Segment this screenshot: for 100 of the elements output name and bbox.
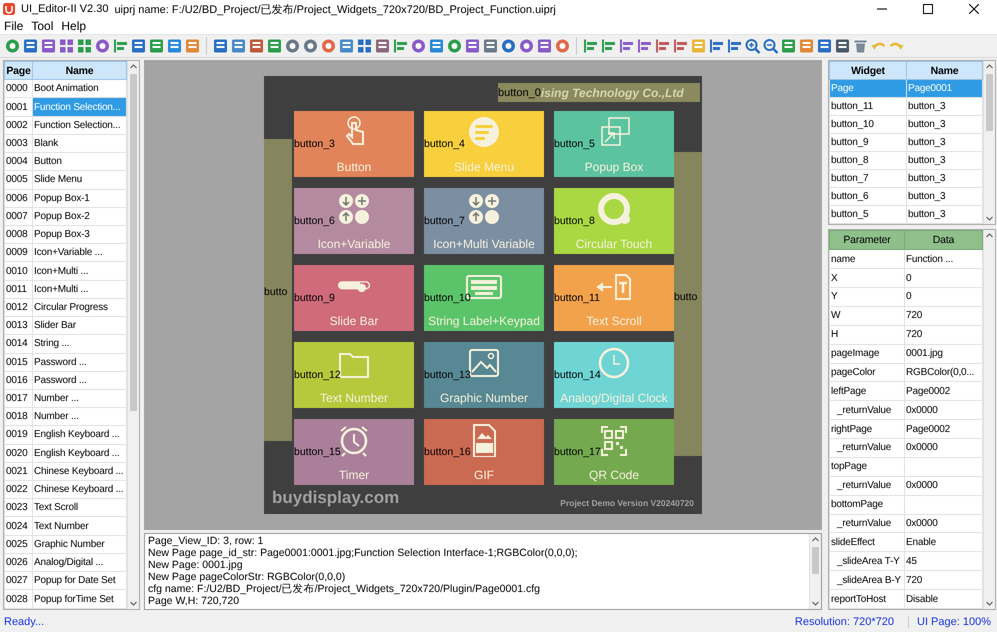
- panel-tool-icon[interactable]: [230, 38, 247, 54]
- align-tool-icon[interactable]: [708, 38, 725, 54]
- page-number[interactable]: 0015: [4, 353, 32, 372]
- page-number[interactable]: 0006: [4, 189, 32, 208]
- page-name[interactable]: String ...: [32, 334, 126, 353]
- page-name[interactable]: English Keyboard ...: [32, 444, 126, 462]
- page-name[interactable]: Circular Progress: [32, 298, 126, 317]
- align-tool-icon[interactable]: [726, 38, 743, 54]
- page-number[interactable]: 0027: [4, 572, 32, 590]
- column-header[interactable]: Data: [904, 230, 982, 250]
- page-number[interactable]: 0004: [4, 152, 32, 171]
- page-number[interactable]: 0010: [4, 262, 32, 280]
- page-name[interactable]: Analog/Digital ...: [32, 553, 126, 572]
- circle-tool-icon[interactable]: [94, 38, 111, 54]
- page-number[interactable]: 0028: [4, 590, 32, 608]
- function-tile[interactable]: button_4 Slide Menu: [424, 111, 544, 177]
- align-tool-icon[interactable]: [636, 38, 653, 54]
- parameter-value[interactable]: 0x0000: [904, 438, 982, 458]
- parameter-value[interactable]: 0001.jpg: [904, 344, 982, 364]
- widget-row[interactable]: button_8 button_3: [830, 152, 982, 170]
- widget-row[interactable]: button_10 button_3: [830, 116, 982, 134]
- align-tool-icon[interactable]: [618, 38, 635, 54]
- page-name[interactable]: Number ...: [32, 408, 126, 426]
- panel-tool-icon[interactable]: [22, 38, 39, 54]
- column-header[interactable]: Parameter: [830, 230, 904, 250]
- page-name[interactable]: Function Selection...: [32, 116, 126, 134]
- panel-tool-icon[interactable]: [482, 38, 499, 54]
- align-tool-icon[interactable]: [600, 38, 617, 54]
- function-tile[interactable]: button_5 Popup Box: [554, 111, 674, 177]
- menu-item[interactable]: Help: [57, 19, 90, 33]
- circle-tool-icon[interactable]: [554, 38, 571, 54]
- widget-row[interactable]: button_5 button_3: [830, 206, 982, 224]
- scroll-thumb[interactable]: [130, 74, 137, 411]
- page-number[interactable]: 0016: [4, 371, 32, 390]
- circle-tool-icon[interactable]: [284, 38, 301, 54]
- panel-tool-icon[interactable]: [148, 38, 165, 54]
- page-number[interactable]: 0009: [4, 244, 32, 262]
- parameter-value[interactable]: 45: [904, 552, 982, 571]
- function-tile[interactable]: button_14 Analog/Digital Clock: [554, 342, 674, 408]
- page-number[interactable]: 0024: [4, 516, 32, 536]
- page-number[interactable]: 0026: [4, 553, 32, 572]
- page-number[interactable]: 0020: [4, 444, 32, 462]
- page-name[interactable]: Text Scroll: [32, 498, 126, 517]
- page-name[interactable]: Chinese Keyboard ...: [32, 462, 126, 481]
- page-number[interactable]: 0012: [4, 298, 32, 317]
- align-tool-icon[interactable]: [112, 38, 129, 54]
- page-name[interactable]: Password ...: [32, 371, 126, 390]
- page-name[interactable]: Chinese Keyboard ...: [32, 480, 126, 499]
- circle-tool-icon[interactable]: [410, 38, 427, 54]
- page-name[interactable]: Number ...: [32, 389, 126, 408]
- page-number[interactable]: 0023: [4, 498, 32, 517]
- close-icon[interactable]: [969, 4, 979, 14]
- page-number[interactable]: 0002: [4, 116, 32, 134]
- page-name[interactable]: Popup for Date Set: [32, 572, 126, 590]
- page-name[interactable]: Graphic Number: [32, 535, 126, 554]
- parameter-value[interactable]: 720: [904, 570, 982, 590]
- function-tile[interactable]: button_6 Icon+Variable: [294, 188, 414, 254]
- panel-tool-icon[interactable]: [40, 38, 57, 54]
- function-tile[interactable]: button_9 Slide Bar: [294, 265, 414, 331]
- panel-tool-icon[interactable]: [816, 38, 833, 54]
- circle-tool-icon[interactable]: [500, 38, 517, 54]
- page-number[interactable]: 0003: [4, 134, 32, 153]
- parameter-value[interactable]: 0: [904, 288, 982, 306]
- page-number[interactable]: 0000: [4, 80, 32, 98]
- page-number[interactable]: 0005: [4, 170, 32, 190]
- panel-tool-icon[interactable]: [536, 38, 553, 54]
- grid-tool-icon[interactable]: [76, 38, 93, 54]
- function-tile[interactable]: button_3 Button: [294, 111, 414, 177]
- panel-tool-icon[interactable]: [780, 38, 797, 54]
- page-number[interactable]: 0017: [4, 389, 32, 408]
- panel-tool-icon[interactable]: [428, 38, 445, 54]
- column-header[interactable]: Widget: [830, 62, 906, 80]
- widget-box[interactable]: button_0ising Technology Co.,Ltd: [498, 83, 700, 102]
- panel-tool-icon[interactable]: [374, 38, 391, 54]
- function-tile[interactable]: button_11 Text Scroll: [554, 265, 674, 331]
- parameter-value[interactable]: Page0002: [904, 382, 982, 401]
- grid-tool-icon[interactable]: [356, 38, 373, 54]
- align-tool-icon[interactable]: [392, 38, 409, 54]
- parameter-value[interactable]: 0x0000: [904, 400, 982, 420]
- function-tile[interactable]: button_15 Timer: [294, 419, 414, 485]
- parameter-value[interactable]: Disable: [904, 590, 982, 608]
- page-number[interactable]: 0022: [4, 480, 32, 499]
- page-number[interactable]: 0019: [4, 426, 32, 444]
- panel-tool-icon[interactable]: [212, 38, 229, 54]
- maximize-icon[interactable]: [923, 4, 933, 14]
- page-number[interactable]: 0018: [4, 408, 32, 426]
- panel-tool-icon[interactable]: [464, 38, 481, 54]
- parameter-value[interactable]: 0x0000: [904, 514, 982, 533]
- panel-tool-icon[interactable]: [266, 38, 283, 54]
- circle-tool-icon[interactable]: [320, 38, 337, 54]
- circle-tool-icon[interactable]: [302, 38, 319, 54]
- column-header[interactable]: Page: [4, 62, 32, 80]
- parameter-value[interactable]: Enable: [904, 532, 982, 552]
- function-tile[interactable]: button_8 Circular Touch: [554, 188, 674, 254]
- widget-list-scrollbar[interactable]: [983, 61, 995, 224]
- page-number[interactable]: 0011: [4, 280, 32, 298]
- page-name[interactable]: Slider Bar: [32, 316, 126, 335]
- scroll-thumb[interactable]: [986, 74, 993, 131]
- page-name[interactable]: Popup forTime Set: [32, 590, 126, 608]
- parameter-value[interactable]: 0x0000: [904, 476, 982, 496]
